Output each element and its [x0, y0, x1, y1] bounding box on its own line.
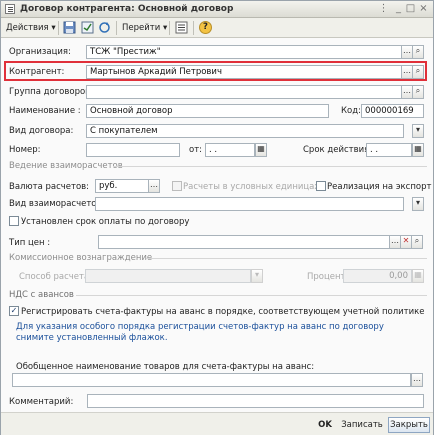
- code-label: Код:: [341, 106, 361, 116]
- date-from-label: от:: [189, 145, 203, 155]
- search-icon[interactable]: ⌕: [411, 235, 423, 249]
- price-type-label: Тип цен :: [9, 238, 51, 248]
- toolbar-divider: [193, 21, 194, 35]
- contract-type-label: Вид договора:: [9, 126, 74, 136]
- price-type-field[interactable]: [98, 235, 390, 249]
- search-icon[interactable]: ⌕: [412, 65, 424, 79]
- toolbar-divider: [116, 21, 117, 35]
- goods-name-field[interactable]: [12, 373, 411, 387]
- organization-label: Организация:: [9, 47, 71, 57]
- post-icon[interactable]: [81, 21, 94, 34]
- actions-label: Действия: [6, 23, 49, 33]
- code-field[interactable]: 000000169: [361, 104, 424, 118]
- section-divider: [146, 258, 427, 259]
- comment-field[interactable]: [87, 394, 424, 408]
- goods-name-select-button[interactable]: …: [411, 373, 423, 387]
- currency-select-button[interactable]: …: [148, 179, 160, 193]
- section-divider: [113, 166, 427, 167]
- commission-section-title: Комиссионное вознаграждение: [9, 253, 153, 263]
- save-button[interactable]: Записать: [339, 417, 385, 433]
- calc-method-label: Способ расчета:: [19, 272, 93, 282]
- settlement-type-label: Вид взаиморасчетов:: [9, 199, 105, 209]
- actions-menu[interactable]: Действия ▾: [6, 21, 56, 35]
- register-invoices-label: Регистрировать счета-фактуры на аванс в …: [21, 307, 425, 317]
- refresh-icon[interactable]: [98, 21, 111, 34]
- organization-field[interactable]: ТСЖ "Престиж": [86, 45, 402, 59]
- close-button[interactable]: Закрыть: [388, 417, 430, 433]
- save-icon[interactable]: [63, 21, 76, 34]
- vat-note: Для указания особого порядка регистрации…: [16, 322, 384, 343]
- close-icon[interactable]: ×: [418, 4, 429, 15]
- contract-group-label: Группа договоров:: [9, 87, 94, 97]
- section-divider: [76, 295, 427, 296]
- menu-icon[interactable]: ⋮: [378, 4, 389, 15]
- search-icon[interactable]: ⌕: [412, 85, 424, 99]
- calendar-icon[interactable]: ▦: [412, 143, 424, 157]
- search-icon[interactable]: ⌕: [412, 45, 424, 59]
- number-field[interactable]: [86, 143, 180, 157]
- payment-term-label: Установлен срок оплаты по договору: [21, 217, 190, 227]
- goto-menu[interactable]: Перейти ▾: [122, 21, 167, 35]
- chevron-down-icon[interactable]: ▾: [412, 124, 424, 138]
- goods-name-label: Обобщенное наименование товаров для счет…: [16, 362, 315, 372]
- name-field[interactable]: Основной договор: [86, 104, 329, 118]
- minimize-icon[interactable]: _: [393, 4, 404, 15]
- window-title: Договор контрагента: Основной договор: [20, 4, 234, 14]
- number-label: Номер:: [9, 145, 41, 155]
- calc-method-select[interactable]: [85, 269, 251, 283]
- date-from-field[interactable]: . .: [205, 143, 255, 157]
- payment-term-checkbox[interactable]: [9, 216, 19, 226]
- vat-section-title: НДС с авансов: [9, 290, 74, 300]
- name-label: Наименование :: [9, 106, 81, 116]
- conventional-units-checkbox[interactable]: [172, 181, 182, 191]
- contract-window: Договор контрагента: Основной договор ⋮ …: [0, 0, 434, 435]
- bottom-bar: OK Записать Закрыть: [1, 412, 433, 435]
- form-icon: [5, 4, 15, 14]
- toolbar-divider: [58, 21, 59, 35]
- help-button[interactable]: ?: [199, 21, 212, 34]
- register-invoices-checkbox[interactable]: ✓: [9, 306, 19, 316]
- list-icon[interactable]: [175, 21, 188, 34]
- currency-label: Валюта расчетов:: [9, 182, 90, 192]
- toolbar-divider: [169, 21, 170, 35]
- settlement-type-select[interactable]: [95, 197, 404, 211]
- toolbar: Действия ▾ Перейти ▾ ?: [1, 18, 433, 38]
- settlements-section-title: Ведение взаиморасчетов: [9, 161, 123, 171]
- comment-label: Комментарий:: [9, 397, 74, 407]
- chevron-down-icon[interactable]: ▾: [251, 269, 263, 283]
- contract-type-select[interactable]: С покупателем: [86, 124, 404, 138]
- calculator-icon[interactable]: ▦: [412, 269, 424, 283]
- percent-field[interactable]: 0,00: [343, 269, 412, 283]
- ok-button[interactable]: OK: [315, 417, 335, 433]
- conventional-units-label: Расчеты в условных единицах: [183, 182, 320, 192]
- calendar-icon[interactable]: ▦: [255, 143, 267, 157]
- title-bar: Договор контрагента: Основной договор ⋮ …: [1, 1, 433, 18]
- currency-field[interactable]: руб.: [95, 179, 149, 193]
- export-checkbox[interactable]: [316, 181, 326, 191]
- goto-label: Перейти: [122, 23, 161, 33]
- validity-field[interactable]: . .: [366, 143, 412, 157]
- counterparty-label: Контрагент:: [9, 67, 65, 77]
- maximize-icon[interactable]: □: [405, 4, 416, 15]
- contract-group-field[interactable]: [86, 85, 402, 99]
- chevron-down-icon[interactable]: ▾: [412, 197, 424, 211]
- counterparty-field[interactable]: Мартынов Аркадий Петрович: [86, 65, 402, 79]
- validity-label: Срок действия:: [303, 145, 373, 155]
- export-label: Реализация на экспорт: [327, 182, 432, 192]
